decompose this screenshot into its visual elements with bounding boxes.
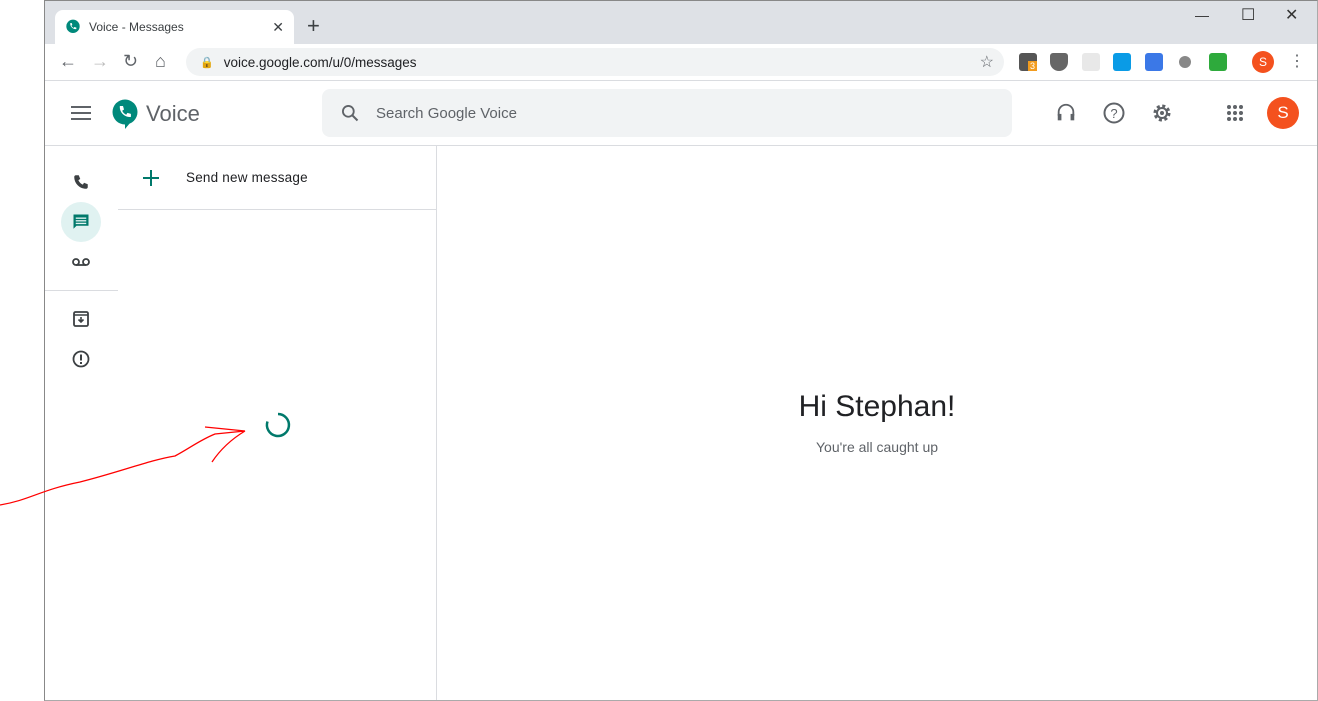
- app-name: Voice: [146, 101, 200, 126]
- nav-calls[interactable]: [61, 162, 101, 202]
- voicemail-icon: [72, 258, 90, 266]
- extension-icon[interactable]: [1179, 56, 1191, 68]
- forward-icon[interactable]: →: [91, 51, 109, 72]
- close-window-icon[interactable]: ✕: [1285, 5, 1298, 25]
- ublock-icon[interactable]: [1050, 53, 1068, 71]
- browser-toolbar: ← → ↻ ⌂ 🔒 voice.google.com/u/0/messages …: [45, 44, 1317, 81]
- spam-icon: [72, 350, 90, 368]
- extension-icon[interactable]: [1145, 53, 1163, 71]
- svg-text:?: ?: [1110, 106, 1117, 121]
- status-text: You're all caught up: [815, 439, 939, 455]
- headset-icon[interactable]: [1055, 102, 1077, 124]
- send-new-message-label: Send new message: [186, 170, 308, 185]
- plus-icon: [143, 169, 159, 186]
- new-tab-button[interactable]: +: [307, 13, 320, 39]
- close-tab-icon[interactable]: ✕: [272, 19, 284, 36]
- apps-grid-icon[interactable]: [1226, 104, 1244, 122]
- help-icon[interactable]: ?: [1102, 101, 1126, 125]
- nav-messages[interactable]: [61, 202, 101, 242]
- hamburger-menu-icon[interactable]: [71, 105, 91, 121]
- settings-gear-icon[interactable]: [1150, 101, 1174, 125]
- search-placeholder: Search Google Voice: [376, 104, 517, 122]
- extension-icon[interactable]: 3: [1019, 53, 1038, 71]
- bookmark-star-icon[interactable]: ☆: [980, 52, 994, 72]
- extension-icon[interactable]: [1209, 53, 1227, 71]
- archive-icon: [73, 311, 89, 327]
- title-bar: Voice - Messages ✕ + — ☐ ✕: [45, 1, 1317, 44]
- saml-icon[interactable]: [1113, 53, 1131, 71]
- extension-badge: 3: [1028, 61, 1038, 71]
- reload-icon[interactable]: ↻: [123, 51, 138, 72]
- voice-logo-icon: [112, 99, 138, 129]
- search-icon: [342, 105, 359, 122]
- loading-spinner-icon: [265, 412, 291, 438]
- minimize-icon[interactable]: —: [1195, 7, 1209, 23]
- voice-favicon-icon: [66, 19, 80, 33]
- message-icon: [73, 214, 89, 229]
- back-icon[interactable]: ←: [59, 51, 77, 72]
- account-avatar[interactable]: S: [1267, 97, 1299, 129]
- annotation-arrow: [0, 426, 246, 506]
- tab-title: Voice - Messages: [89, 20, 184, 34]
- divider: [45, 290, 118, 291]
- lock-icon: 🔒: [200, 56, 214, 69]
- extension-icon[interactable]: [1082, 53, 1100, 71]
- nav-voicemail[interactable]: [61, 242, 101, 282]
- browser-tab[interactable]: Voice - Messages ✕: [55, 10, 294, 44]
- address-bar[interactable]: 🔒 voice.google.com/u/0/messages ☆: [186, 48, 1004, 76]
- url-text: voice.google.com/u/0/messages: [223, 54, 417, 70]
- profile-avatar[interactable]: S: [1252, 51, 1274, 73]
- phone-icon: [74, 175, 88, 189]
- maximize-icon[interactable]: ☐: [1241, 5, 1255, 25]
- nav-spam[interactable]: [61, 339, 101, 379]
- conversation-pane: Hi Stephan! You're all caught up: [437, 146, 1317, 700]
- home-icon[interactable]: ⌂: [155, 51, 166, 72]
- greeting-heading: Hi Stephan!: [798, 390, 956, 423]
- send-new-message-button[interactable]: Send new message: [118, 146, 437, 210]
- app-header: Voice Search Google Voice ? S: [45, 81, 1317, 146]
- browser-window: Voice - Messages ✕ + — ☐ ✕ ← → ↻ ⌂ 🔒 voi…: [44, 0, 1318, 701]
- nav-archive[interactable]: [61, 299, 101, 339]
- search-input[interactable]: Search Google Voice: [322, 89, 1012, 137]
- menu-dots-icon[interactable]: ⋮: [1289, 51, 1305, 71]
